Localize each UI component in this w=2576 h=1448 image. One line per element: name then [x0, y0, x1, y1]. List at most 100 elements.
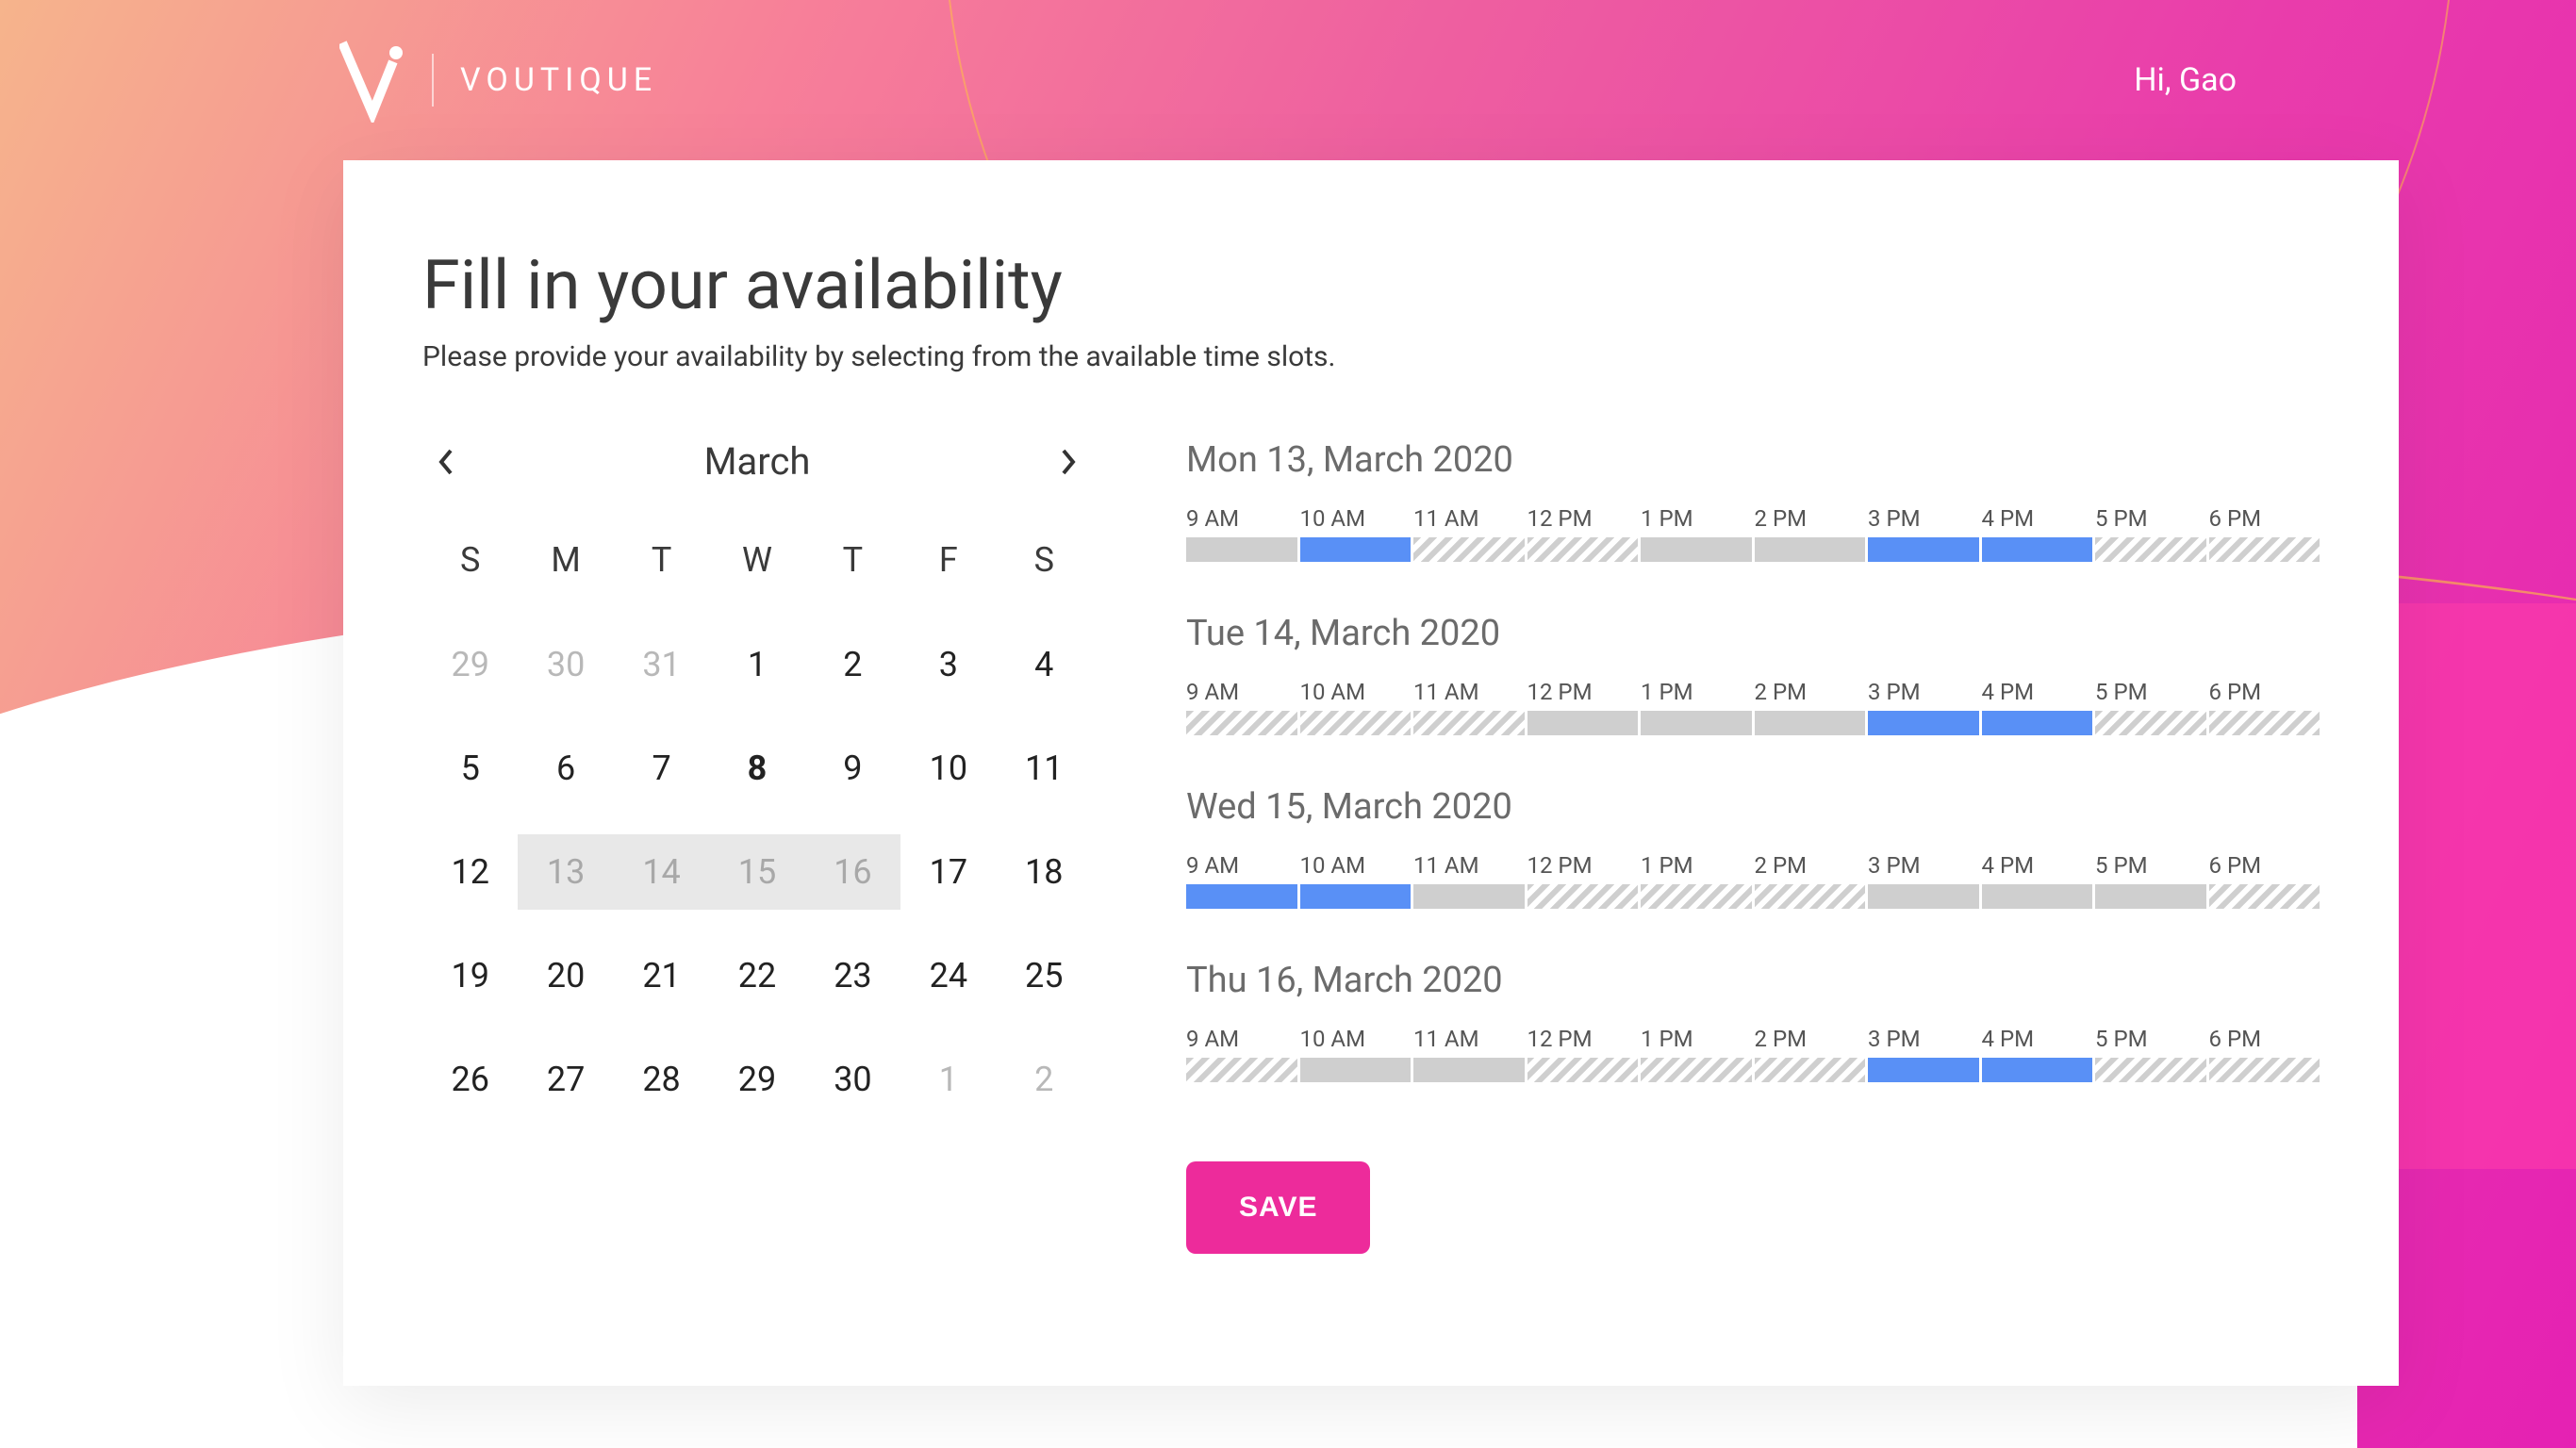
time-slot[interactable] [1982, 537, 2093, 562]
calendar-day-cell[interactable]: 25 [997, 938, 1092, 1013]
calendar-day-cell[interactable]: 20 [518, 938, 613, 1013]
calendar-day-cell[interactable]: 1 [709, 627, 804, 702]
slot-row [1186, 537, 2320, 562]
time-slot[interactable] [2095, 884, 2206, 909]
calendar-day-cell[interactable]: 23 [805, 938, 900, 1013]
calendar-day-cell[interactable]: 2 [805, 627, 900, 702]
time-slot[interactable] [1186, 884, 1297, 909]
calendar-next-button[interactable] [1049, 443, 1086, 481]
time-slot [2209, 884, 2320, 909]
calendar-day-cell[interactable]: 16 [805, 834, 900, 910]
calendar-day-cell[interactable]: 18 [997, 834, 1092, 910]
calendar-day-cell[interactable]: 30 [805, 1042, 900, 1117]
time-slot[interactable] [1868, 711, 1979, 735]
time-slot [1413, 537, 1525, 562]
calendar-day-header: W [709, 540, 804, 599]
time-slot[interactable] [1868, 884, 1979, 909]
calendar-day-cell[interactable]: 1 [900, 1042, 996, 1117]
calendar-day-cell[interactable]: 22 [709, 938, 804, 1013]
hour-label: 4 PM [1982, 679, 2093, 705]
calendar-day-cell[interactable]: 12 [422, 834, 518, 910]
calendar-day-cell[interactable]: 3 [900, 627, 996, 702]
brand-logo-icon [339, 38, 405, 123]
calendar-day-cell[interactable]: 10 [900, 731, 996, 806]
calendar-day-cell[interactable]: 9 [805, 731, 900, 806]
hour-label: 11 AM [1413, 1026, 1525, 1052]
calendar-prev-button[interactable] [428, 443, 466, 481]
hour-label: 11 AM [1413, 505, 1525, 532]
calendar-day-cell[interactable]: 6 [518, 731, 613, 806]
hour-label: 6 PM [2209, 1026, 2320, 1052]
time-slot [1641, 884, 1752, 909]
calendar-day-cell[interactable]: 28 [614, 1042, 709, 1117]
time-slot [1641, 1058, 1752, 1082]
header-bar: VOUTIQUE Hi, Gao [0, 0, 2576, 160]
hour-label: 3 PM [1868, 679, 1979, 705]
time-slot[interactable] [1982, 884, 2093, 909]
time-slot [1527, 1058, 1639, 1082]
hour-label: 2 PM [1755, 1026, 1866, 1052]
calendar-day-cell[interactable]: 26 [422, 1042, 518, 1117]
calendar-day-cell[interactable]: 27 [518, 1042, 613, 1117]
day-title: Wed 15, March 2020 [1186, 786, 2320, 828]
calendar-day-cell[interactable]: 7 [614, 731, 709, 806]
time-slot [2095, 711, 2206, 735]
time-slot [1755, 1058, 1866, 1082]
save-button[interactable]: SAVE [1186, 1161, 1370, 1254]
hour-label: 9 AM [1186, 1026, 1297, 1052]
time-slot[interactable] [1527, 711, 1639, 735]
hour-label: 11 AM [1413, 852, 1525, 879]
hour-label: 11 AM [1413, 679, 1525, 705]
time-slot[interactable] [1641, 711, 1752, 735]
hour-label: 3 PM [1868, 505, 1979, 532]
hour-label: 12 PM [1527, 1026, 1639, 1052]
hour-labels: 9 AM10 AM11 AM12 PM1 PM2 PM3 PM4 PM5 PM6… [1186, 505, 2320, 532]
time-slot [1527, 884, 1639, 909]
time-slot[interactable] [1413, 884, 1525, 909]
time-slot[interactable] [1868, 537, 1979, 562]
calendar-day-cell[interactable]: 19 [422, 938, 518, 1013]
calendar-day-header: T [805, 540, 900, 599]
calendar-day-cell[interactable]: 31 [614, 627, 709, 702]
calendar-day-cell[interactable]: 29 [709, 1042, 804, 1117]
day-title: Mon 13, March 2020 [1186, 439, 2320, 481]
hour-label: 10 AM [1300, 505, 1412, 532]
day-block: Thu 16, March 20209 AM10 AM11 AM12 PM1 P… [1186, 960, 2320, 1082]
time-slot[interactable] [1186, 537, 1297, 562]
hour-labels: 9 AM10 AM11 AM12 PM1 PM2 PM3 PM4 PM5 PM6… [1186, 679, 2320, 705]
calendar-day-cell[interactable]: 2 [997, 1042, 1092, 1117]
calendar-day-cell[interactable]: 15 [709, 834, 804, 910]
hour-label: 6 PM [2209, 505, 2320, 532]
hour-label: 5 PM [2095, 852, 2206, 879]
calendar-day-cell[interactable]: 29 [422, 627, 518, 702]
time-slot[interactable] [1300, 1058, 1412, 1082]
calendar-day-cell[interactable]: 14 [614, 834, 709, 910]
main-card: Fill in your availability Please provide… [343, 160, 2399, 1386]
availability-panel: Mon 13, March 20209 AM10 AM11 AM12 PM1 P… [1186, 439, 2320, 1254]
hour-label: 9 AM [1186, 505, 1297, 532]
time-slot [2209, 1058, 2320, 1082]
time-slot[interactable] [1641, 537, 1752, 562]
time-slot[interactable] [1755, 537, 1866, 562]
calendar-day-cell[interactable]: 17 [900, 834, 996, 910]
time-slot[interactable] [1868, 1058, 1979, 1082]
time-slot[interactable] [1755, 711, 1866, 735]
calendar-day-cell[interactable]: 21 [614, 938, 709, 1013]
page-title: Fill in your availability [422, 245, 2320, 325]
hour-label: 1 PM [1641, 505, 1752, 532]
calendar-day-cell[interactable]: 8 [709, 731, 804, 806]
hour-label: 10 AM [1300, 679, 1412, 705]
time-slot [1755, 884, 1866, 909]
calendar-day-cell[interactable]: 13 [518, 834, 613, 910]
time-slot[interactable] [1413, 1058, 1525, 1082]
time-slot[interactable] [1982, 1058, 2093, 1082]
time-slot[interactable] [1982, 711, 2093, 735]
time-slot[interactable] [1300, 537, 1412, 562]
calendar-day-cell[interactable]: 11 [997, 731, 1092, 806]
calendar: March SMTWTFS293031123456789101112131415… [422, 439, 1092, 1254]
time-slot[interactable] [1300, 884, 1412, 909]
calendar-day-cell[interactable]: 5 [422, 731, 518, 806]
calendar-day-cell[interactable]: 30 [518, 627, 613, 702]
calendar-day-cell[interactable]: 24 [900, 938, 996, 1013]
calendar-day-cell[interactable]: 4 [997, 627, 1092, 702]
